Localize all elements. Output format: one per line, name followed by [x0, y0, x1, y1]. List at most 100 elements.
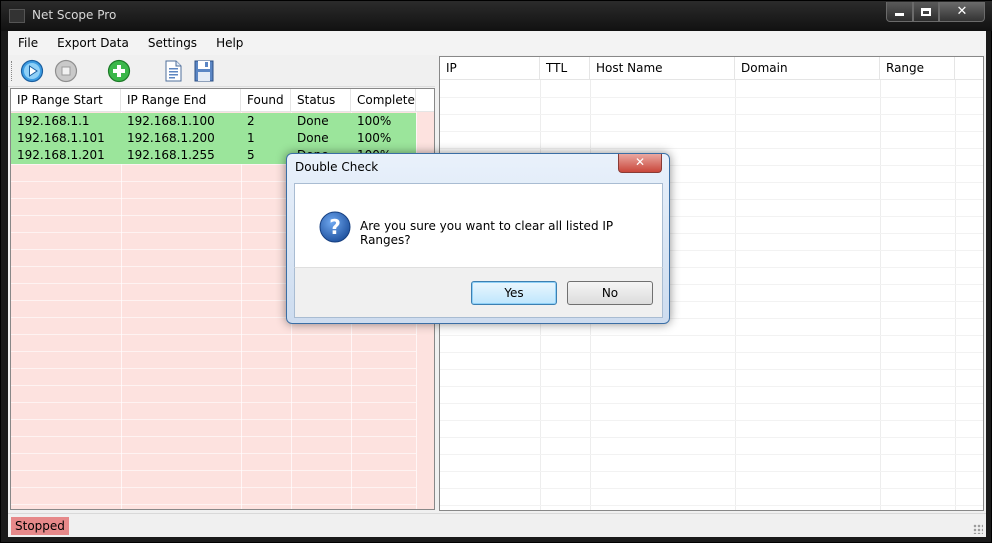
close-icon: ✕ [956, 4, 968, 19]
export-document-button[interactable] [161, 59, 185, 83]
cell-range-end: 192.168.1.100 [127, 114, 215, 128]
ip-ranges-header: IP Range Start IP Range End Found Status… [11, 89, 434, 112]
grid-line [11, 368, 416, 369]
col-ip-range-start[interactable]: IP Range Start [11, 89, 121, 112]
question-icon: ? [319, 211, 351, 243]
menu-settings[interactable]: Settings [148, 36, 197, 50]
grid-line [11, 385, 416, 386]
close-icon: ✕ [634, 155, 646, 169]
grid-line [11, 419, 416, 420]
grid-line [11, 351, 416, 352]
grid-line [440, 114, 983, 115]
stop-scan-icon [54, 59, 78, 83]
cell-range-end: 192.168.1.255 [127, 148, 215, 162]
menu-bar: File Export Data Settings Help [8, 31, 986, 55]
grid-line [440, 488, 983, 489]
col-ip-range-end[interactable]: IP Range End [121, 89, 241, 112]
grid-line [880, 80, 881, 510]
document-icon [165, 60, 182, 82]
dialog-close-button[interactable]: ✕ [618, 154, 662, 173]
dialog-body: ? Are you sure you want to clear all lis… [294, 183, 663, 267]
cell-completed: 100% [357, 131, 392, 145]
grid-line [11, 334, 416, 335]
grid-line [440, 97, 983, 98]
cell-range-start: 192.168.1.1 [17, 114, 90, 128]
toolbar-grip[interactable] [11, 61, 14, 81]
dialog-title: Double Check [295, 160, 379, 174]
window-title: Net Scope Pro [32, 8, 117, 22]
col-found[interactable]: Found [241, 89, 291, 112]
confirm-dialog: Double Check ✕ ? Are you sure you want t… [286, 153, 670, 324]
col-completed[interactable]: Completed [351, 89, 416, 112]
dialog-message: Are you sure you want to clear all liste… [360, 219, 614, 247]
add-range-button[interactable] [107, 59, 131, 83]
minimize-button[interactable] [886, 2, 913, 22]
status-badge: Stopped [11, 517, 69, 535]
grid-line [121, 112, 122, 509]
menu-export-data[interactable]: Export Data [57, 36, 129, 50]
grid-line [440, 386, 983, 387]
window-controls: ✕ [886, 2, 985, 22]
grid-line [440, 420, 983, 421]
table-row[interactable]: 192.168.1.101 192.168.1.200 1 Done 100% [11, 130, 416, 147]
menu-file[interactable]: File [18, 36, 38, 50]
yes-button[interactable]: Yes [471, 281, 557, 305]
grid-line [440, 352, 983, 353]
cell-completed: 100% [357, 114, 392, 128]
grid-line [440, 131, 983, 132]
cell-range-start: 192.168.1.101 [17, 131, 105, 145]
cell-found: 1 [247, 131, 255, 145]
cell-range-end: 192.168.1.200 [127, 131, 215, 145]
stop-scan-button[interactable] [54, 59, 78, 83]
grid-line [241, 112, 242, 509]
start-scan-button[interactable] [20, 59, 44, 83]
table-row[interactable]: 192.168.1.1 192.168.1.100 2 Done 100% [11, 113, 416, 130]
results-header: IP TTL Host Name Domain Range [440, 57, 983, 80]
maximize-button[interactable] [913, 2, 939, 22]
title-bar[interactable]: Net Scope Pro ✕ [1, 1, 992, 31]
col-status[interactable]: Status [291, 89, 351, 112]
col-ttl[interactable]: TTL [540, 57, 590, 80]
start-scan-icon [20, 59, 44, 83]
col-domain[interactable]: Domain [735, 57, 880, 80]
cell-found: 2 [247, 114, 255, 128]
grid-line [440, 403, 983, 404]
app-window: Net Scope Pro ✕ File Export Data Setting… [0, 0, 992, 543]
minimize-icon [895, 13, 904, 16]
resize-grip[interactable] [973, 524, 983, 534]
grid-line [11, 487, 416, 488]
save-icon [194, 60, 214, 82]
grid-line [440, 148, 983, 149]
grid-line [440, 437, 983, 438]
col-range[interactable]: Range [880, 57, 955, 80]
col-host-name[interactable]: Host Name [590, 57, 735, 80]
grid-line [955, 80, 956, 510]
grid-line [11, 504, 416, 505]
grid-line [440, 505, 983, 506]
cell-status: Done [297, 131, 329, 145]
grid-line [440, 369, 983, 370]
cell-status: Done [297, 114, 329, 128]
grid-line [440, 335, 983, 336]
grid-line [11, 436, 416, 437]
cell-found: 5 [247, 148, 255, 162]
grid-line [11, 470, 416, 471]
grid-line [440, 471, 983, 472]
dialog-button-area: Yes No [294, 267, 663, 318]
cell-range-start: 192.168.1.201 [17, 148, 105, 162]
grid-line [11, 453, 416, 454]
status-bar: Stopped [8, 513, 986, 537]
toolbar [8, 56, 435, 87]
save-button[interactable] [192, 59, 216, 83]
col-ip[interactable]: IP [440, 57, 540, 80]
grid-line [735, 80, 736, 510]
grid-line [11, 402, 416, 403]
no-button[interactable]: No [567, 281, 653, 305]
maximize-icon [921, 7, 931, 16]
svg-text:?: ? [329, 215, 341, 239]
add-range-icon [107, 59, 131, 83]
menu-help[interactable]: Help [216, 36, 243, 50]
app-icon [9, 9, 25, 23]
grid-line [440, 454, 983, 455]
close-button[interactable]: ✕ [939, 2, 985, 22]
